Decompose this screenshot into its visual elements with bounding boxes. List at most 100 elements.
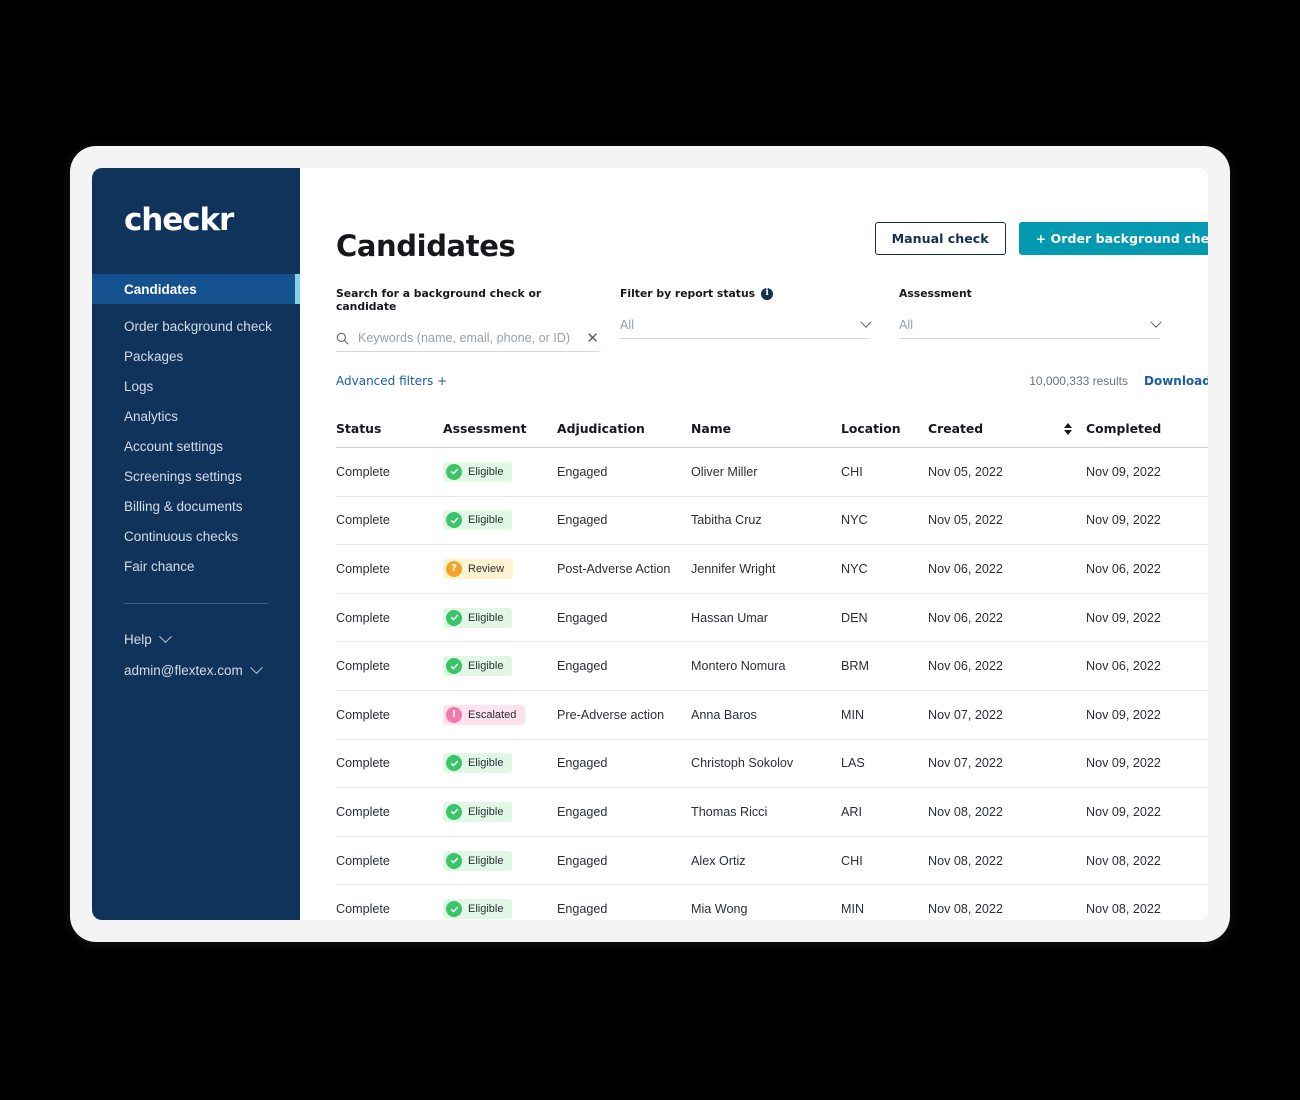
cell-adjudication: Pre-Adverse action [557,707,665,722]
check-circle-icon [446,609,462,626]
sidebar-item-logs[interactable]: Logs [92,371,300,401]
table-row[interactable]: Complete Eligible Engaged Mia Wong MIN Nov 08… [336,885,1208,920]
check-circle-icon [446,512,462,529]
sidebar-item-analytics[interactable]: Analytics [92,401,300,431]
cell-completed: Nov 06, 2022 [1086,561,1161,576]
column-header-location: Location [841,421,901,436]
advanced-filters-link[interactable]: Advanced filters + [336,374,447,388]
cell-location: BRM [841,659,869,674]
cell-adjudication: Engaged [557,902,608,917]
status-badge: ! Escalated [443,704,526,725]
cell-adjudication: Engaged [557,853,608,868]
cell-location: LAS [841,756,865,771]
sidebar-item-packages[interactable]: Packages [92,341,300,371]
sidebar-item-account-settings[interactable]: Account settings [92,431,300,461]
assessment-label: Assessment [899,287,972,300]
sidebar-nav-list: Candidates Order background check Packages… [92,274,300,581]
search-input[interactable] [358,331,581,345]
sort-icon-completed[interactable] [1206,423,1208,435]
table-row[interactable]: Complete Eligible Engaged Alex Ortiz CHI Nov … [336,837,1208,886]
sort-wrapper-completed [1206,423,1208,435]
report-status-value: All [620,318,634,332]
check-circle-icon [446,901,462,918]
cell-assessment: ! Escalated [443,704,557,725]
sidebar-item-label: Billing & documents [124,498,243,514]
cell-name: Tabitha Cruz [691,513,762,528]
column-header-completed[interactable]: Completed [1086,421,1206,436]
cell-assessment: Eligible [443,801,557,822]
sidebar-divider [124,603,268,604]
chevron-down-icon [249,661,263,675]
table-row[interactable]: Complete Eligible Engaged Oliver Miller CHI N… [336,448,1208,497]
sidebar-bottom-list: Help admin@flextex.com [92,624,300,686]
cell-assessment: Eligible [443,850,557,871]
question-circle-icon: ? [446,560,462,577]
filter-bar: Search for a background check or candida… [336,287,1208,352]
manual-check-button[interactable]: Manual check [874,222,1006,255]
report-status-select[interactable]: All [620,312,872,339]
cell-status: Complete [336,853,390,868]
cell-created: Nov 06, 2022 [928,610,1003,625]
sidebar-item-label: Order background check [124,318,272,334]
status-badge: Eligible [443,607,513,628]
cell-completed: Nov 08, 2022 [1086,853,1161,868]
sidebar-bottom-admin-flextex-com[interactable]: admin@flextex.com [92,655,300,686]
cell-created: Nov 08, 2022 [928,853,1003,868]
cell-location: CHI [841,464,863,479]
cell-created: Nov 07, 2022 [928,707,1003,722]
status-badge-label: Eligible [468,854,504,867]
sidebar-item-candidates[interactable]: Candidates [92,274,300,304]
sidebar-item-label: Account settings [124,438,224,454]
sort-icon-created[interactable] [1050,422,1086,435]
table-row[interactable]: Complete Eligible Engaged Christoph Sokolov… [336,740,1208,789]
table-row[interactable]: Complete? Review Post-Adverse Action Jennif… [336,545,1208,594]
status-badge-label: Eligible [468,611,504,624]
cell-assessment: Eligible [443,899,557,920]
logo-text: checkr [124,202,234,238]
table-row[interactable]: Complete Eligible Engaged Thomas Ricci ARI No… [336,788,1208,837]
status-badge: Eligible [443,899,513,920]
info-icon[interactable]: i [761,287,774,300]
search-field[interactable]: ✕ [336,325,599,352]
table-row[interactable]: Complete Eligible Engaged Tabitha Cruz NYC No… [336,497,1208,546]
cell-name: Christoph Sokolov [691,756,794,771]
sidebar-item-fair-chance[interactable]: Fair chance [92,551,300,581]
report-status-label: Filter by report status i [620,287,870,300]
sidebar-item-screenings-settings[interactable]: Screenings settings [92,461,300,491]
cell-name: Oliver Miller [691,464,758,479]
assessment-select[interactable]: All [899,312,1162,339]
cell-adjudication: Engaged [557,464,608,479]
utility-right: 10,000,333 results Download CSV [1029,374,1208,388]
cell-completed: Nov 09, 2022 [1086,610,1161,625]
sidebar-bottom-help[interactable]: Help [92,624,300,655]
search-icon [336,332,349,344]
cell-status: Complete [336,610,390,625]
cell-created: Nov 08, 2022 [928,902,1003,917]
column-header-created[interactable]: Created [928,421,1050,436]
sidebar-item-continuous-checks[interactable]: Continuous checks [92,521,300,551]
close-icon[interactable]: ✕ [580,331,599,346]
results-count: 10,000,333 results [1029,374,1128,388]
check-circle-icon [446,803,462,820]
table-row[interactable]: Complete Eligible Engaged Hassan Umar DEN Nov… [336,594,1208,643]
column-header-name: Name [691,421,732,436]
table-row[interactable]: Complete Eligible Engaged Montero Nomura BRM… [336,642,1208,691]
sidebar-item-billing-documents[interactable]: Billing & documents [92,491,300,521]
sidebar-item-label: Analytics [124,408,179,424]
cell-completed: Nov 09, 2022 [1086,804,1161,819]
cell-created: Nov 05, 2022 [928,464,1003,479]
sidebar-item-label: Logs [124,378,154,394]
cell-created: Nov 06, 2022 [928,561,1003,576]
status-badge-label: Eligible [468,465,504,478]
cell-adjudication: Engaged [557,804,608,819]
order-background-check-button[interactable]: + Order background check [1018,222,1208,255]
cell-status: Complete [336,659,390,674]
cell-status: Complete [336,513,390,528]
table-row[interactable]: Complete! Escalated Pre-Adverse action Anna… [336,691,1208,740]
cell-name: Thomas Ricci [691,804,768,819]
device-frame: checkr Candidates Order background check P… [70,146,1230,942]
logo[interactable]: checkr [92,168,300,272]
download-csv-link[interactable]: Download CSV [1144,374,1208,388]
search-filter: Search for a background check or candida… [336,287,599,352]
sidebar-item-order-background-check[interactable]: Order background check [92,311,300,341]
